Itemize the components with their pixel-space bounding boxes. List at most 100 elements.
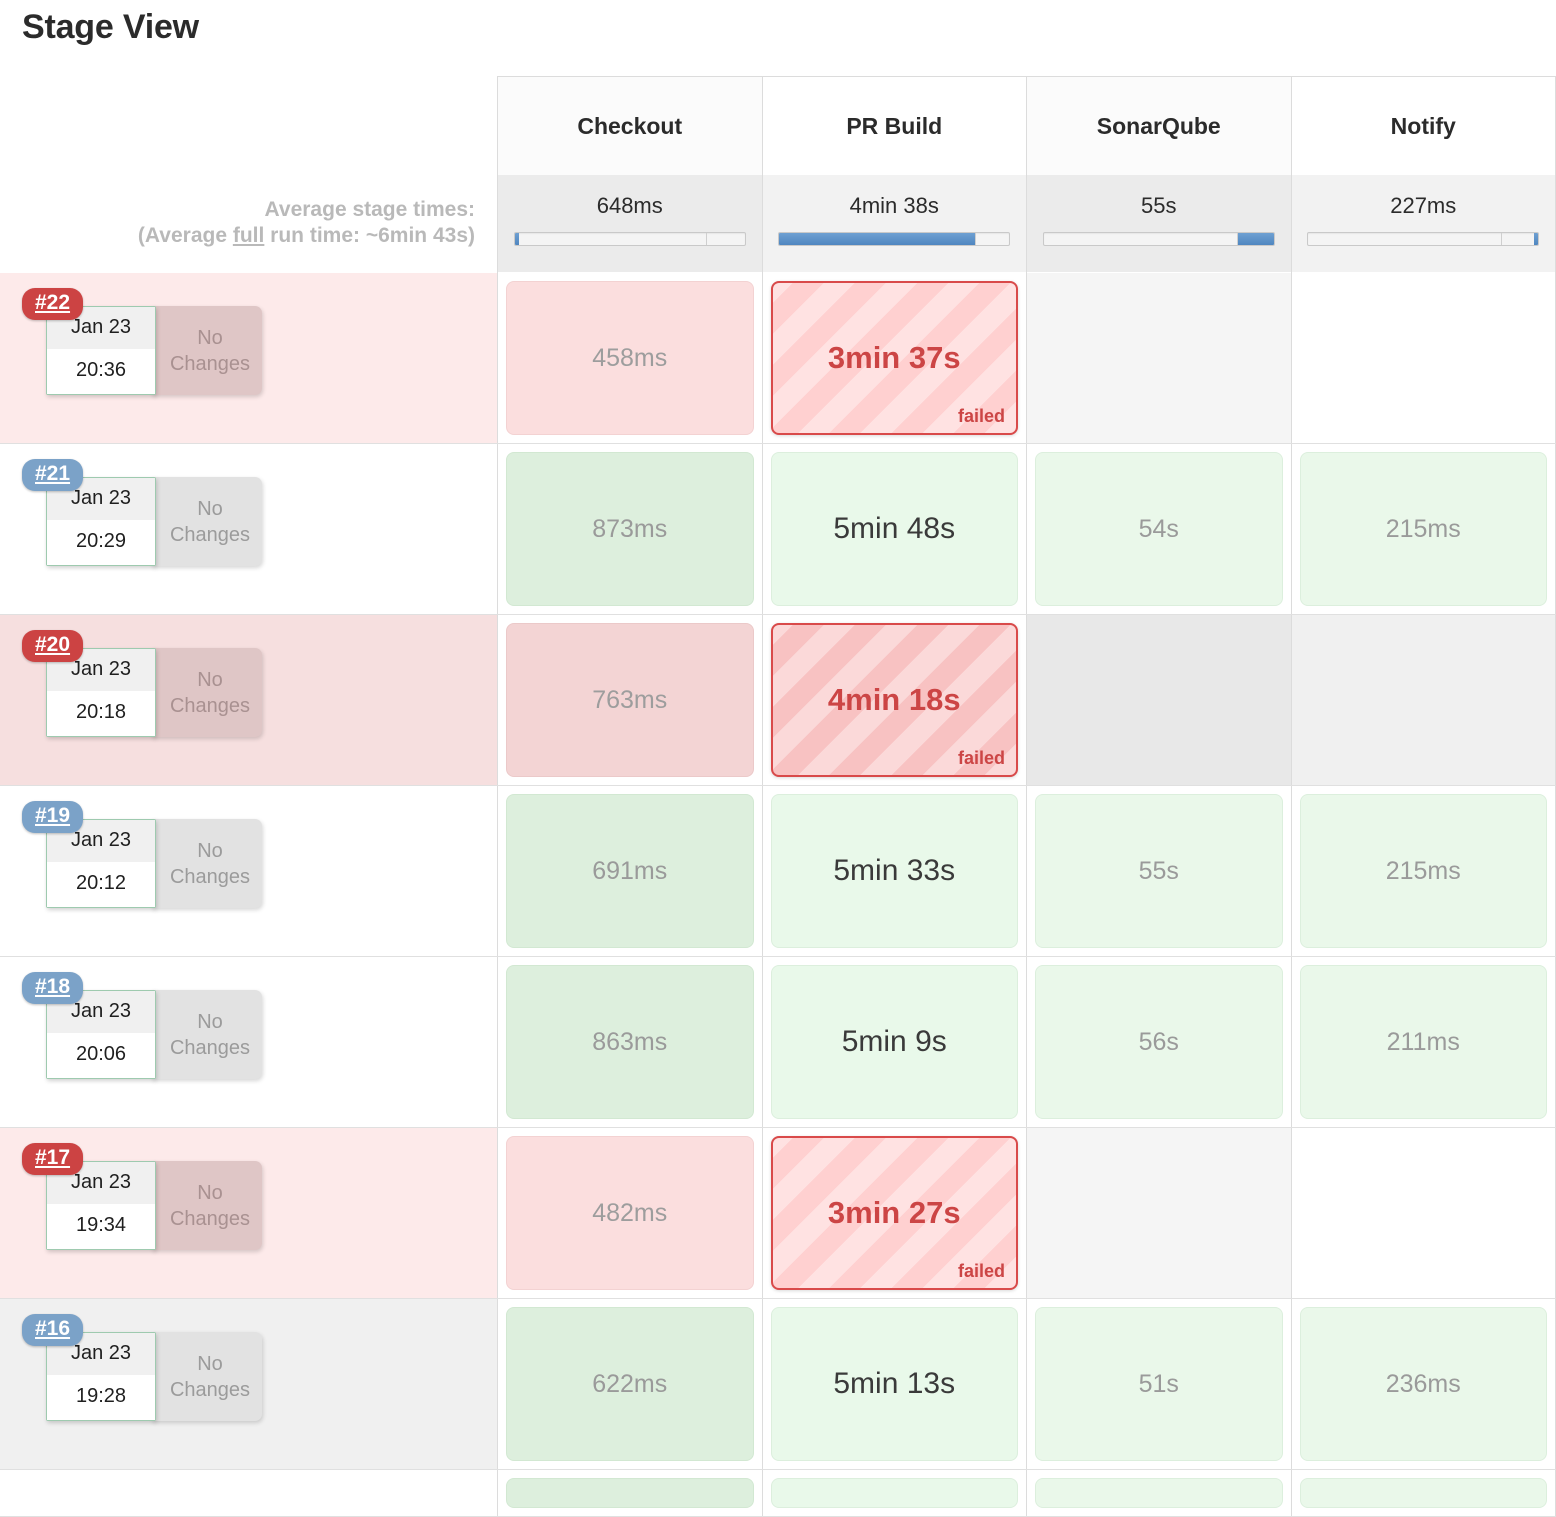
stage-cell-duration[interactable]: 215ms <box>1300 794 1548 948</box>
stage-cell-duration[interactable]: 3min 27sfailed <box>771 1136 1019 1290</box>
average-column-notify: 227ms <box>1292 175 1556 273</box>
stage-cell-duration[interactable]: 4min 18sfailed <box>771 623 1019 777</box>
build-row[interactable]: #16Jan 2319:28No Changes 622ms5min 13s 51s… <box>0 1299 1556 1470</box>
stage-cell-duration[interactable]: 54s <box>1035 452 1283 606</box>
stage-duration-text: 51s <box>1139 1370 1179 1399</box>
stage-cell-checkout[interactable]: 622ms <box>498 1299 763 1469</box>
stage-failed-label: failed <box>958 748 1005 769</box>
stage-cell-duration[interactable]: 55s <box>1035 794 1283 948</box>
build-number-badge[interactable]: #21 <box>22 459 83 491</box>
stage-cell-duration[interactable]: 236ms <box>1300 1307 1548 1461</box>
stage-cell-checkout[interactable] <box>498 1470 763 1516</box>
stage-cell-checkout[interactable]: 482ms <box>498 1128 763 1298</box>
stage-cell-sonarqube[interactable]: 54s <box>1027 444 1292 614</box>
stage-cell-wrap: 211ms <box>1292 957 1556 1127</box>
stage-cell-duration[interactable]: 5min 9s <box>771 965 1019 1119</box>
average-line-2-pre: (Average <box>138 224 233 247</box>
stage-cell-notify[interactable]: 211ms <box>1292 957 1556 1127</box>
stage-cell-duration[interactable]: 56s <box>1035 965 1283 1119</box>
stage-cell-notify <box>1292 273 1556 443</box>
stage-cell-pr-build[interactable]: 3min 27sfailed <box>763 1128 1028 1298</box>
average-time-value: 227ms <box>1390 193 1456 219</box>
build-row[interactable]: #18Jan 2320:06No Changes863ms5min 9s56s2… <box>0 957 1556 1128</box>
stage-cell-notify[interactable]: 215ms <box>1292 786 1556 956</box>
stage-cell-sonarqube[interactable]: 55s <box>1027 786 1292 956</box>
build-changes-button[interactable]: No Changes <box>152 477 262 566</box>
stage-cell-notify[interactable]: 215ms <box>1292 444 1556 614</box>
stage-cell-duration[interactable]: 3min 37sfailed <box>771 281 1019 435</box>
build-row[interactable]: #21Jan 2320:29No Changes873ms5min 48s54s… <box>0 444 1556 615</box>
stage-cell-duration[interactable]: 482ms <box>506 1136 754 1290</box>
build-number-badge[interactable]: #16 <box>22 1314 83 1346</box>
stage-cell-sonarqube[interactable]: 51s <box>1027 1299 1292 1469</box>
build-changes-button[interactable]: No Changes <box>152 1161 262 1250</box>
stage-cell-notify[interactable]: 236ms <box>1292 1299 1556 1469</box>
stage-cell-duration[interactable]: 51s <box>1035 1307 1283 1461</box>
build-time: 19:34 <box>47 1204 155 1249</box>
stage-duration-bar-pr-build <box>778 232 1010 246</box>
build-number-badge[interactable]: #19 <box>22 801 83 833</box>
stage-duration-text: 215ms <box>1386 515 1461 544</box>
build-changes-button[interactable]: No Changes <box>152 1332 262 1421</box>
build-number-badge[interactable]: #18 <box>22 972 83 1004</box>
build-row[interactable]: #22Jan 2320:36No Changes 458ms 3min 37sfai… <box>0 273 1556 444</box>
stage-cell-wrap: 4min 18sfailed <box>763 615 1027 785</box>
stage-cell-wrap: 54s <box>1027 444 1291 614</box>
build-meta: #18Jan 2320:06No Changes <box>0 958 497 1127</box>
stage-cell-sonarqube[interactable]: 56s <box>1027 957 1292 1127</box>
stage-cell-pr-build[interactable]: 5min 9s <box>763 957 1028 1127</box>
build-changes-button[interactable]: No Changes <box>152 306 262 395</box>
stage-cell-checkout[interactable]: 691ms <box>498 786 763 956</box>
stage-cell-duration[interactable]: 458ms <box>506 281 754 435</box>
stage-cell-wrap: 56s <box>1027 957 1291 1127</box>
stage-cell-pr-build[interactable] <box>763 1470 1028 1516</box>
header-left-spacer <box>0 76 497 176</box>
stage-cell-checkout[interactable]: 763ms <box>498 615 763 785</box>
stage-cell-duration[interactable] <box>771 1478 1019 1508</box>
build-meta-box: Jan 2319:28No Changes <box>46 1332 262 1421</box>
stage-cell-duration[interactable] <box>506 1478 754 1508</box>
build-row-partial[interactable] <box>0 1470 1556 1517</box>
build-row[interactable]: #17Jan 2319:34No Changes482ms3min 27sfai… <box>0 1128 1556 1299</box>
stage-cell-checkout[interactable]: 458ms <box>498 273 763 443</box>
stage-duration-text: 458ms <box>592 344 667 373</box>
stage-duration-bar-notify <box>1307 232 1539 246</box>
stage-cell-empty <box>1027 1128 1291 1298</box>
stage-cell-duration[interactable]: 5min 13s <box>771 1307 1019 1461</box>
build-number-badge[interactable]: #17 <box>22 1143 83 1175</box>
build-changes-button[interactable]: No Changes <box>152 819 262 908</box>
stage-cell-pr-build[interactable]: 4min 18sfailed <box>763 615 1028 785</box>
stage-cell-duration[interactable]: 215ms <box>1300 452 1548 606</box>
build-number-badge[interactable]: #20 <box>22 630 83 662</box>
stage-cell-checkout[interactable]: 863ms <box>498 957 763 1127</box>
build-changes-button[interactable]: No Changes <box>152 990 262 1079</box>
stage-cell-duration[interactable] <box>1035 1478 1283 1508</box>
stage-cell-duration[interactable]: 5min 33s <box>771 794 1019 948</box>
stage-cell-wrap: 215ms <box>1292 786 1556 956</box>
build-meta-box: Jan 2320:36No Changes <box>46 306 262 395</box>
stage-duration-text: 236ms <box>1386 1370 1461 1399</box>
stage-cell-duration[interactable] <box>1300 1478 1548 1508</box>
build-row[interactable]: #20Jan 2320:18No Changes763ms4min 18sfai… <box>0 615 1556 786</box>
stage-cell-pr-build[interactable]: 5min 13s <box>763 1299 1028 1469</box>
stage-cell-duration[interactable]: 873ms <box>506 452 754 606</box>
stage-cell-duration[interactable]: 211ms <box>1300 965 1548 1119</box>
stage-cell-notify[interactable] <box>1292 1470 1556 1516</box>
stage-cell-sonarqube[interactable] <box>1027 1470 1292 1516</box>
stage-cell-duration[interactable]: 863ms <box>506 965 754 1119</box>
average-times-row: Average stage times: (Average full run t… <box>0 175 1556 273</box>
average-cell-sonarqube: 55s <box>1027 175 1291 272</box>
stage-cell-pr-build[interactable]: 3min 37sfailed <box>763 273 1028 443</box>
stage-cell-duration[interactable]: 691ms <box>506 794 754 948</box>
stage-cell-wrap <box>763 1470 1027 1516</box>
stage-cell-checkout[interactable]: 873ms <box>498 444 763 614</box>
build-changes-button[interactable]: No Changes <box>152 648 262 737</box>
build-number-badge[interactable]: #22 <box>22 288 83 320</box>
build-row[interactable]: #19Jan 2320:12No Changes691ms5min 33s55s… <box>0 786 1556 957</box>
stage-cell-pr-build[interactable]: 5min 33s <box>763 786 1028 956</box>
stage-cell-duration[interactable]: 5min 48s <box>771 452 1019 606</box>
build-time: 20:18 <box>47 691 155 736</box>
stage-cell-duration[interactable]: 763ms <box>506 623 754 777</box>
stage-cell-pr-build[interactable]: 5min 48s <box>763 444 1028 614</box>
stage-cell-duration[interactable]: 622ms <box>506 1307 754 1461</box>
